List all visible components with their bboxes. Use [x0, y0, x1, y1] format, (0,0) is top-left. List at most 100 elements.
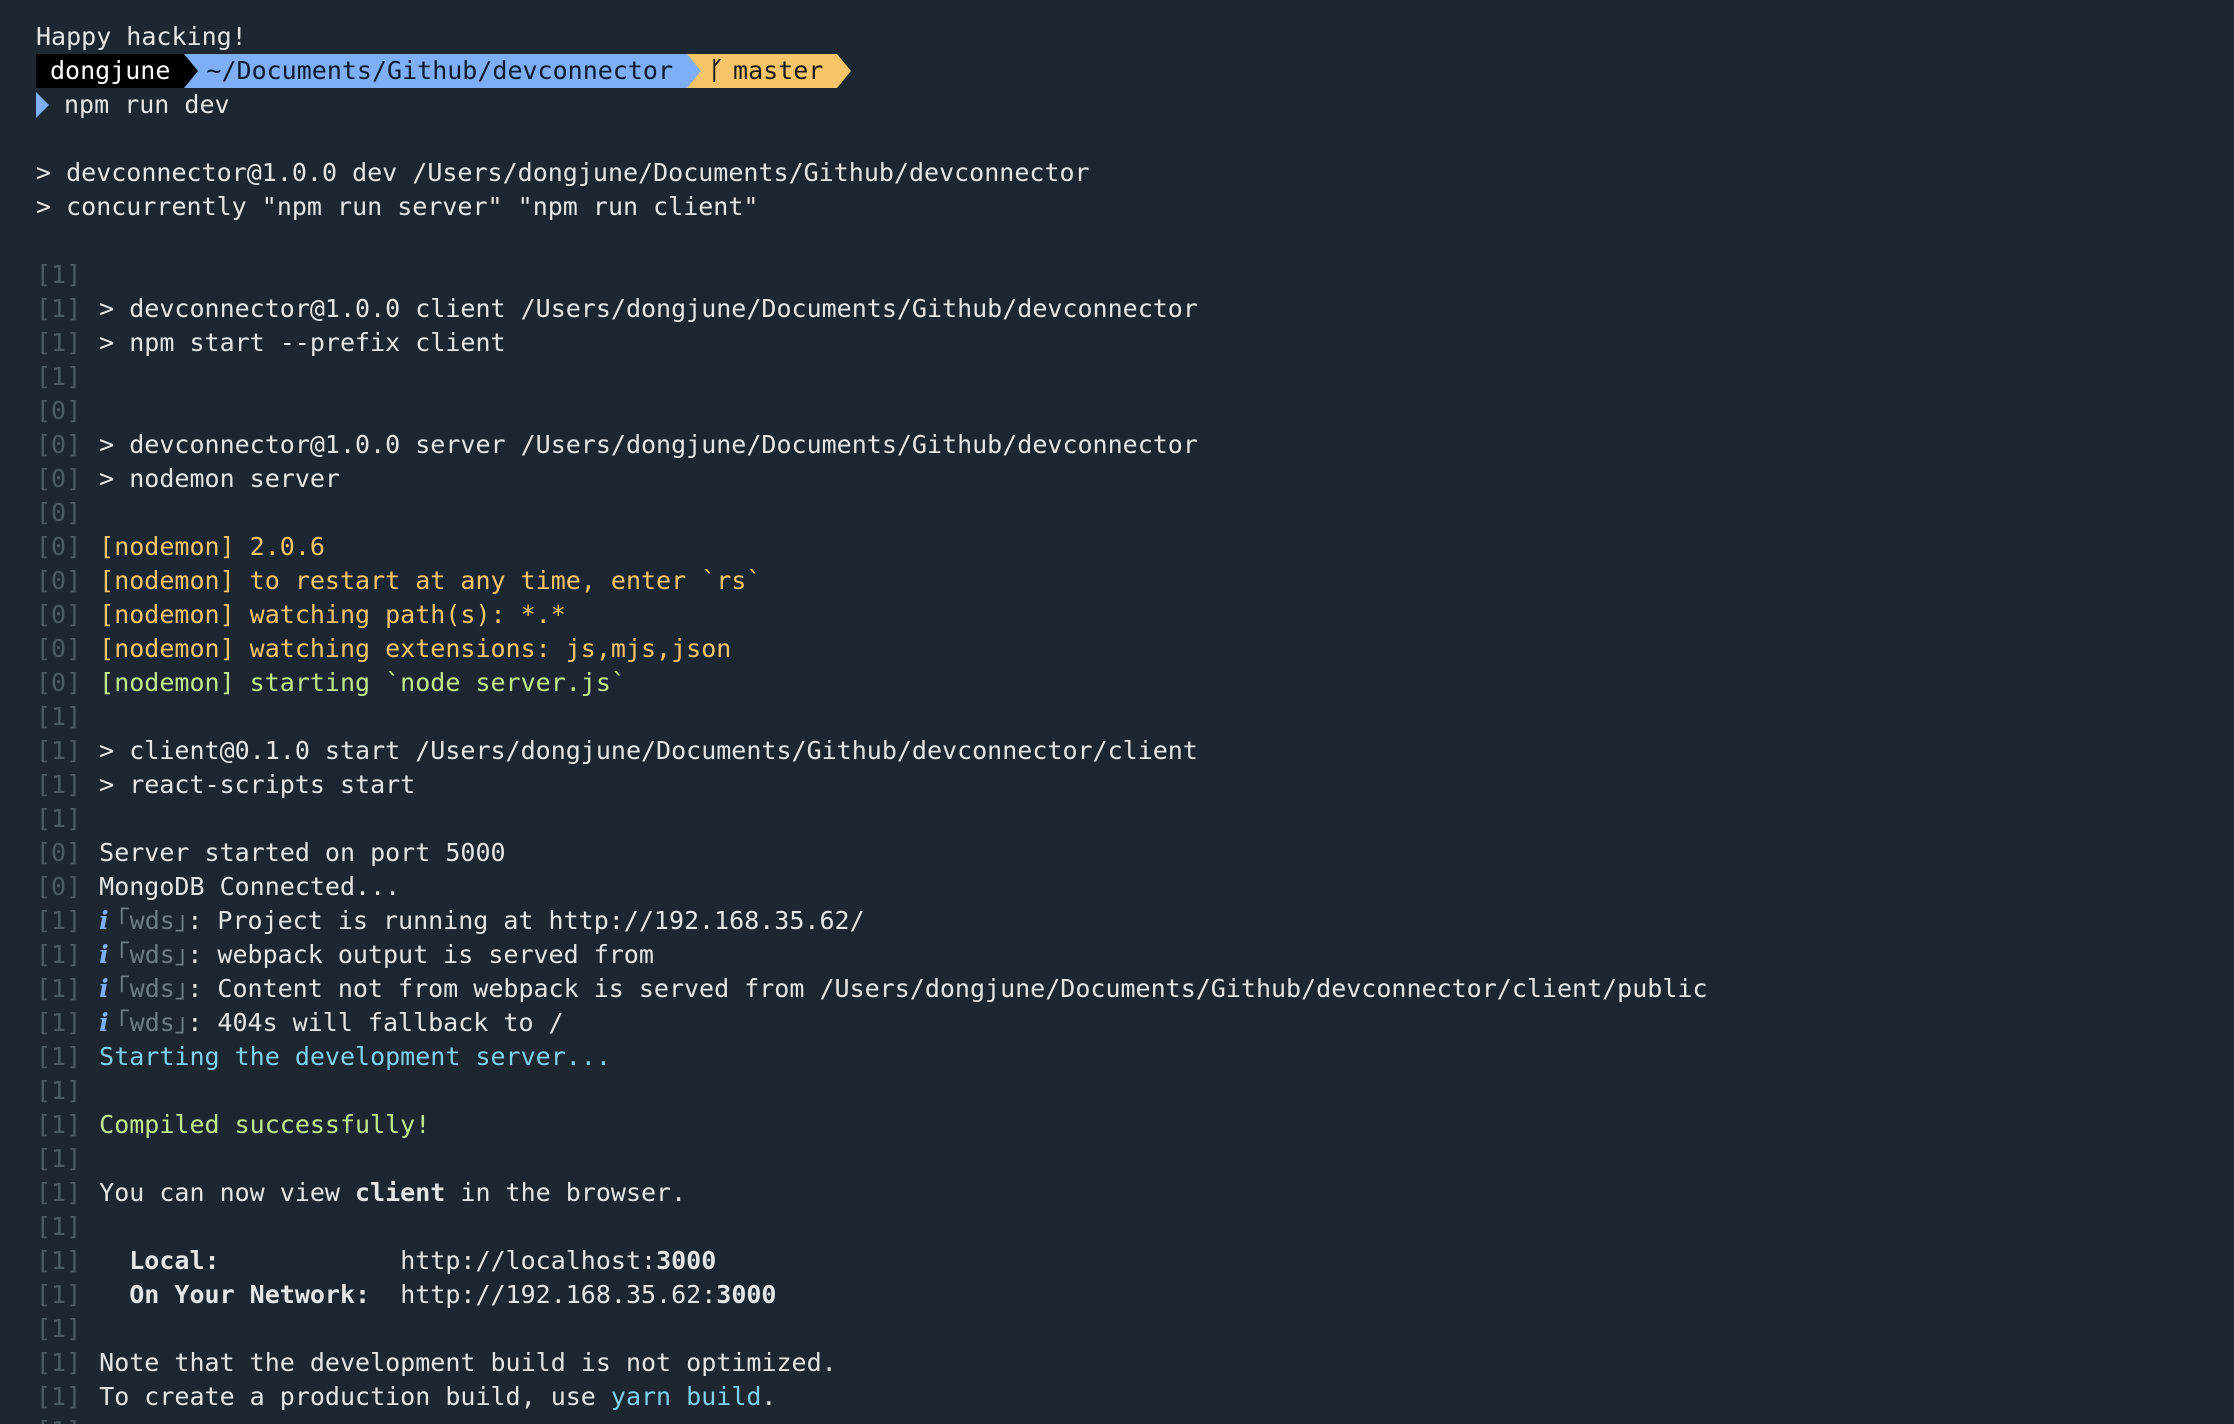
- wds-label: ｢wds｣: [117, 940, 188, 969]
- info-icon: i: [99, 974, 109, 1003]
- output-text-part: Local:: [99, 1246, 401, 1275]
- process-tag: [1]: [36, 328, 82, 357]
- prompt-git-segment: ᚴ master: [687, 54, 838, 88]
- output-line: [1] Note that the development build is no…: [36, 1346, 2234, 1380]
- output-line: [1] Starting the development server...: [36, 1040, 2234, 1074]
- output-text-part: You can now view: [99, 1178, 356, 1207]
- process-tag: [0]: [36, 396, 82, 425]
- command-line: npm run dev: [36, 88, 2234, 122]
- output-text: [nodemon] 2.0.6: [99, 532, 325, 561]
- output-text: [nodemon] watching path(s): *.*: [99, 600, 566, 629]
- process-tag: [0]: [36, 532, 82, 561]
- process-tag: [1]: [36, 1280, 82, 1309]
- segment-separator-icon: [837, 54, 852, 88]
- process-tag: [1]: [36, 1042, 82, 1071]
- output-line: [1]: [36, 1210, 2234, 1244]
- process-tag: [1]: [36, 736, 82, 765]
- info-icon: i: [99, 1008, 109, 1037]
- process-tag: [1]: [36, 1348, 82, 1377]
- greeting-line: Happy hacking!: [36, 20, 2234, 54]
- info-icon: i: [99, 906, 109, 935]
- prompt-bar: dongjune ~/Documents/Github/devconnector…: [36, 54, 2234, 88]
- output-line: [0] [nodemon] 2.0.6: [36, 530, 2234, 564]
- output-line: [1]: [36, 802, 2234, 836]
- process-tag: [1]: [36, 906, 82, 935]
- prompt-path-segment: ~/Documents/Github/devconnector: [184, 54, 688, 88]
- output-line: [1]: [36, 1414, 2234, 1424]
- process-tag: [1]: [36, 294, 82, 323]
- output-line: [1]: [36, 1312, 2234, 1346]
- process-tag: [0]: [36, 566, 82, 595]
- process-tag: [1]: [36, 260, 82, 289]
- output-text: > concurrently "npm run server" "npm run…: [36, 192, 759, 221]
- process-tag: [0]: [36, 430, 82, 459]
- process-tag: [1]: [36, 1212, 82, 1241]
- wds-label: ｢wds｣: [117, 1008, 188, 1037]
- output-line: [0]: [36, 394, 2234, 428]
- output-text: > client@0.1.0 start /Users/dongjune/Doc…: [99, 736, 1198, 765]
- process-tag: [0]: [36, 634, 82, 663]
- output-text: > devconnector@1.0.0 client /Users/dongj…: [99, 294, 1198, 323]
- process-tag: [0]: [36, 838, 82, 867]
- output-line: [1] i ｢wds｣: webpack output is served from: [36, 938, 2234, 972]
- output-text-part: On Your Network:: [99, 1280, 401, 1309]
- output-text-part: http://192.168.35.62:: [400, 1280, 717, 1309]
- output-text: Note that the development build is not o…: [99, 1348, 837, 1377]
- output-line: [1] > react-scripts start: [36, 768, 2234, 802]
- output-line: [1]: [36, 258, 2234, 292]
- output-line: [1] i ｢wds｣: 404s will fallback to /: [36, 1006, 2234, 1040]
- output-line: [1] You can now view client in the browse…: [36, 1176, 2234, 1210]
- output-line: [0] Server started on port 5000: [36, 836, 2234, 870]
- process-tag: [1]: [36, 770, 82, 799]
- output-text-part: client: [355, 1178, 446, 1207]
- output-text: > devconnector@1.0.0 server /Users/dongj…: [99, 430, 1198, 459]
- process-tag: [1]: [36, 1178, 82, 1207]
- output-line: [0] > nodemon server: [36, 462, 2234, 496]
- process-tag: [0]: [36, 464, 82, 493]
- output-line: [0] [nodemon] starting `node server.js`: [36, 666, 2234, 700]
- output-line: [1] > devconnector@1.0.0 client /Users/do…: [36, 292, 2234, 326]
- output-line: [1] To create a production build, use yar…: [36, 1380, 2234, 1414]
- output-text: Server started on port 5000: [99, 838, 506, 867]
- prompt-branch-name: master: [733, 56, 824, 85]
- output-line: [1] Local: http://localhost: 3000: [36, 1244, 2234, 1278]
- output-text: > react-scripts start: [99, 770, 416, 799]
- output-text: : Project is running at http://192.168.3…: [187, 906, 865, 935]
- process-tag: [1]: [36, 940, 82, 969]
- process-tag: [1]: [36, 1382, 82, 1411]
- output-line: [0] MongoDB Connected...: [36, 870, 2234, 904]
- output-line: > concurrently "npm run server" "npm run…: [36, 190, 2234, 224]
- output-text: Starting the development server...: [99, 1042, 611, 1071]
- segment-separator-icon: [184, 54, 199, 88]
- output-text: : Content not from webpack is served fro…: [187, 974, 1708, 1003]
- process-tag: [1]: [36, 974, 82, 1003]
- output-text-part: 3000: [656, 1246, 717, 1275]
- process-tag: [1]: [36, 1076, 82, 1105]
- output-text: Compiled successfully!: [99, 1110, 431, 1139]
- output-line: [1] Compiled successfully!: [36, 1108, 2234, 1142]
- process-tag: [1]: [36, 702, 82, 731]
- output-line: [0]: [36, 496, 2234, 530]
- wds-label: ｢wds｣: [117, 974, 188, 1003]
- output-line: [1] On Your Network: http://192.168.35.6…: [36, 1278, 2234, 1312]
- output-line: [1] i ｢wds｣: Project is running at http://…: [36, 904, 2234, 938]
- git-branch-icon: ᚴ: [709, 56, 725, 85]
- output-line: [1] > client@0.1.0 start /Users/dongjune/…: [36, 734, 2234, 768]
- command-text: npm run dev: [64, 90, 230, 119]
- output-line: [1] > npm start --prefix client: [36, 326, 2234, 360]
- wds-label: ｢wds｣: [117, 906, 188, 935]
- terminal-window[interactable]: Happy hacking! dongjune ~/Documents/Gith…: [0, 0, 2234, 1424]
- process-tag: [0]: [36, 872, 82, 901]
- output-line: [1]: [36, 1074, 2234, 1108]
- output-text: > devconnector@1.0.0 dev /Users/dongjune…: [36, 158, 1090, 187]
- greeting-text: Happy hacking!: [36, 22, 247, 51]
- output-text: > nodemon server: [99, 464, 340, 493]
- output-text-part: http://localhost:: [400, 1246, 657, 1275]
- output-text: : webpack output is served from: [187, 940, 654, 969]
- process-tag: [1]: [36, 1246, 82, 1275]
- output-line: [1]: [36, 360, 2234, 394]
- output-text-part: yarn build: [610, 1382, 762, 1411]
- process-tag: [1]: [36, 804, 82, 833]
- output-text: [nodemon] watching extensions: js,mjs,js…: [99, 634, 732, 663]
